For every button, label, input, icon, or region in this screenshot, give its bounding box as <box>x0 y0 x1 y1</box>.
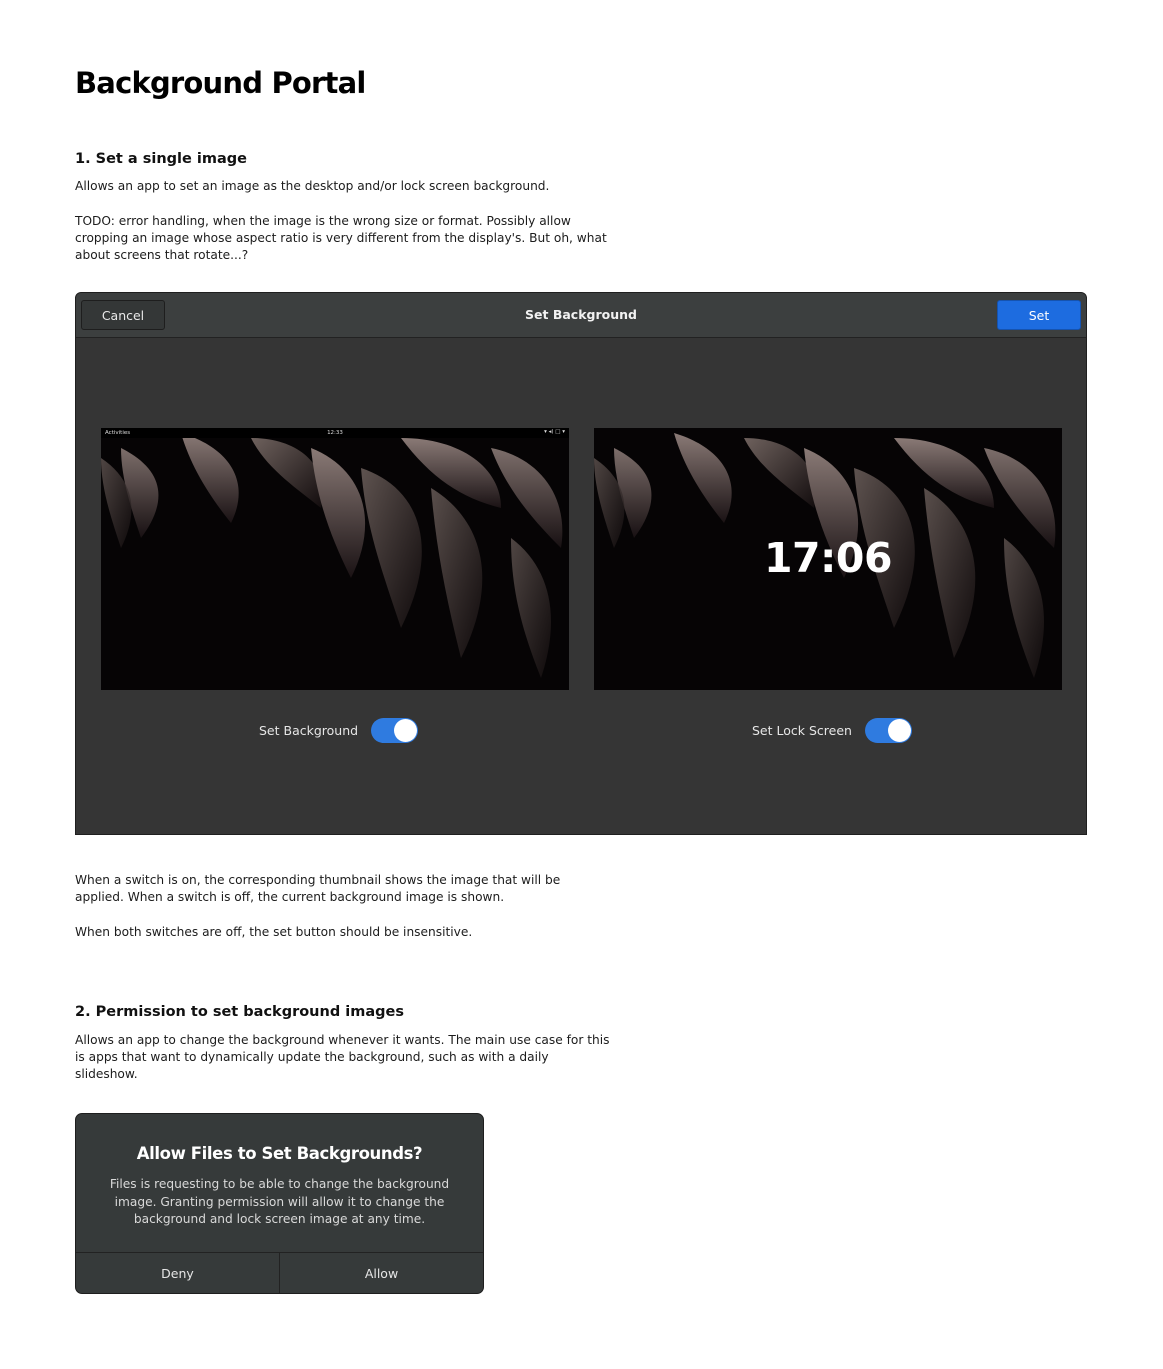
note-line: applied. When a switch is off, the curre… <box>75 890 505 904</box>
body-line: Files is requesting to be able to change… <box>109 1177 450 1191</box>
set-background-switch[interactable] <box>371 717 419 743</box>
set-background-switch-row: Set Background <box>259 717 419 743</box>
intro-line: slideshow. <box>75 1067 138 1081</box>
permission-dialog-body: Files is requesting to be able to change… <box>96 1176 463 1229</box>
todo-line: TODO: error handling, when the image is … <box>75 214 571 228</box>
body-line: background and lock screen image at any … <box>133 1212 426 1226</box>
set-button[interactable]: Set <box>997 300 1081 330</box>
permission-dialog-title: Allow Files to Set Backgrounds? <box>136 1144 423 1163</box>
set-lock-screen-switch-row: Set Lock Screen <box>752 717 912 743</box>
leaves-image <box>101 428 569 690</box>
set-background-label: Set Background <box>259 722 359 738</box>
intro-line: Allows an app to change the background w… <box>75 1033 610 1047</box>
section1-heading: 1. Set a single image <box>75 151 247 167</box>
todo-line: cropping an image whose aspect ratio is … <box>75 231 607 245</box>
intro-line: is apps that want to dynamically update … <box>75 1050 549 1064</box>
page-title: Background Portal <box>75 66 366 100</box>
lock-screen-clock: 17:06 <box>763 534 893 582</box>
system-status-icons: ▾ ◂) □ ▾ <box>544 429 565 435</box>
topbar-clock: 12:33 <box>327 430 343 436</box>
permission-dialog: Allow Files to Set Backgrounds? Files is… <box>75 1113 484 1294</box>
switch-knob <box>887 718 911 742</box>
deny-button[interactable]: Deny <box>76 1253 279 1293</box>
lock-screen-preview: 17:06 <box>594 428 1062 690</box>
desktop-top-bar: Activities 12:33 ▾ ◂) □ ▾ <box>101 428 569 438</box>
dialog-headerbar: Cancel Set Background Set <box>76 293 1086 338</box>
section2-heading: 2. Permission to set background images <box>75 1004 404 1020</box>
section1-intro: Allows an app to set an image as the des… <box>75 179 550 193</box>
permission-dialog-actions: Deny Allow <box>76 1252 483 1293</box>
dialog-title: Set Background <box>525 307 637 322</box>
switch-behavior-note: When a switch is on, the corresponding t… <box>75 872 560 906</box>
todo-line: about screens that rotate...? <box>75 248 249 262</box>
insensitive-note: When both switches are off, the set butt… <box>75 925 473 939</box>
switch-knob <box>394 718 418 742</box>
allow-button[interactable]: Allow <box>279 1253 483 1293</box>
note-line: When a switch is on, the corresponding t… <box>75 873 561 887</box>
section1-todo: TODO: error handling, when the image is … <box>75 213 607 264</box>
set-lock-screen-switch[interactable] <box>864 717 912 743</box>
section2-intro: Allows an app to change the background w… <box>75 1032 609 1083</box>
set-background-dialog: Cancel Set Background Set Activities 12:… <box>75 292 1087 835</box>
set-lock-screen-label: Set Lock Screen <box>752 722 852 738</box>
body-line: image. Granting permission will allow it… <box>114 1194 445 1209</box>
desktop-background-preview: Activities 12:33 ▾ ◂) □ ▾ <box>101 428 569 690</box>
